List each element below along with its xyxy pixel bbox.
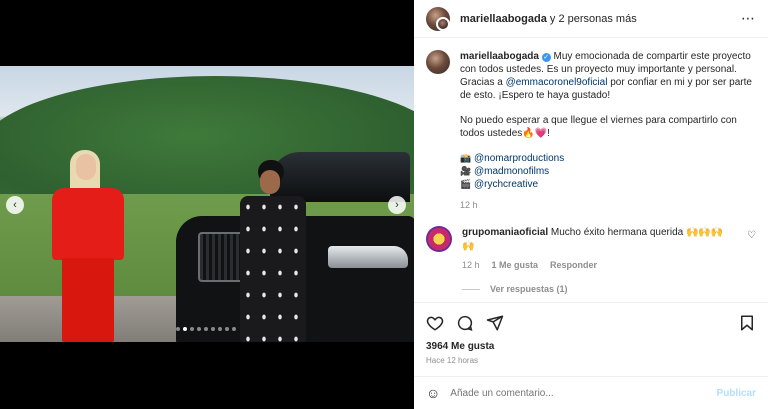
commenter-avatar[interactable] (426, 226, 452, 252)
publish-button[interactable]: Publicar (717, 388, 756, 399)
chevron-right-icon: › (395, 199, 399, 211)
comment-input[interactable] (450, 387, 717, 399)
carousel-dot (176, 327, 180, 331)
caption-avatar[interactable] (426, 50, 450, 74)
verified-badge-icon: ✓ (541, 53, 551, 62)
heart-icon[interactable]: ♡ (747, 230, 756, 241)
carousel-dot (211, 327, 215, 331)
post-header: mariellaabogada y 2 personas más ⋯ (414, 0, 768, 38)
caption-credits: 📸 @nomarproductions 🎥 @madmonofilms 🎬 @rych… (460, 152, 756, 191)
comment-item: grupomaniaoficial Mucho éxito hermana qu… (426, 226, 756, 272)
caption-mention[interactable]: @emmacoronel9oficial (506, 77, 608, 88)
carousel-dot (197, 327, 201, 331)
post-details-panel: mariellaabogada y 2 personas más ⋯ marie… (414, 0, 768, 409)
comment-bubble-icon[interactable] (456, 314, 474, 332)
view-replies-button[interactable]: Ver respuestas (1) (462, 284, 756, 294)
camera-icon: 📸 (460, 153, 472, 163)
view-replies-label: Ver respuestas (1) (490, 284, 568, 294)
caption-text-3: No puedo esperar a que llegue el viernes… (460, 115, 737, 139)
add-comment-bar: ☺ Publicar (414, 376, 768, 409)
bookmark-icon[interactable] (738, 314, 756, 332)
next-slide-button[interactable]: › (388, 196, 406, 214)
credit-handle[interactable]: @madmonofilms (474, 166, 549, 177)
like-heart-icon[interactable] (426, 314, 444, 332)
media-panel: ‹ › (0, 0, 414, 409)
carousel-dot (232, 327, 236, 331)
credit-item: 📸 @nomarproductions (460, 152, 756, 165)
photo-person-red-suit (40, 150, 134, 342)
chevron-left-icon: ‹ (13, 199, 17, 211)
previous-slide-button[interactable]: ‹ (6, 196, 24, 214)
photo-car-headlight (328, 246, 408, 268)
caption-time[interactable]: 12 h (460, 199, 756, 212)
carousel-dot (190, 327, 194, 331)
author-username[interactable]: mariellaabogada (460, 13, 547, 25)
author-avatar[interactable] (426, 6, 450, 31)
emoji-icon[interactable]: ☺ (426, 385, 440, 401)
comment-likes[interactable]: 1 Me gusta (492, 258, 539, 272)
reply-button[interactable]: Responder (550, 258, 597, 272)
commenter-username[interactable]: grupomaniaoficial (462, 227, 548, 238)
caption-username[interactable]: mariellaabogada (460, 51, 539, 62)
post-authors[interactable]: mariellaabogada y 2 personas más (460, 13, 637, 25)
carousel-dot (225, 327, 229, 331)
carousel-dots (176, 327, 236, 331)
post-timestamp[interactable]: Hace 12 horas (426, 356, 756, 365)
replies-divider (462, 288, 480, 290)
credit-item: 🎥 @madmonofilms (460, 165, 756, 178)
credit-item: 🎬 @rychcreative (460, 178, 756, 191)
comment-time[interactable]: 12 h (462, 258, 480, 272)
video-camera-icon: 🎥 (460, 166, 472, 176)
photo-person-black-suit (234, 160, 314, 342)
carousel-dot (204, 327, 208, 331)
likes-count[interactable]: 3964 Me gusta (426, 341, 756, 352)
carousel-dot (218, 327, 222, 331)
clapperboard-icon: 🎬 (460, 179, 472, 189)
comments-section: mariellaabogada ✓ Muy emocionada de comp… (414, 40, 768, 302)
more-options-icon[interactable]: ⋯ (741, 10, 756, 27)
co-authors-text[interactable]: y 2 personas más (550, 13, 637, 25)
post-caption: mariellaabogada ✓ Muy emocionada de comp… (426, 50, 756, 212)
credit-handle[interactable]: @rychcreative (474, 179, 538, 190)
share-send-icon[interactable] (486, 314, 504, 332)
post-actions: 3964 Me gusta Hace 12 horas (414, 302, 768, 370)
carousel-dot (183, 327, 187, 331)
credit-handle[interactable]: @nomarproductions (474, 153, 564, 164)
